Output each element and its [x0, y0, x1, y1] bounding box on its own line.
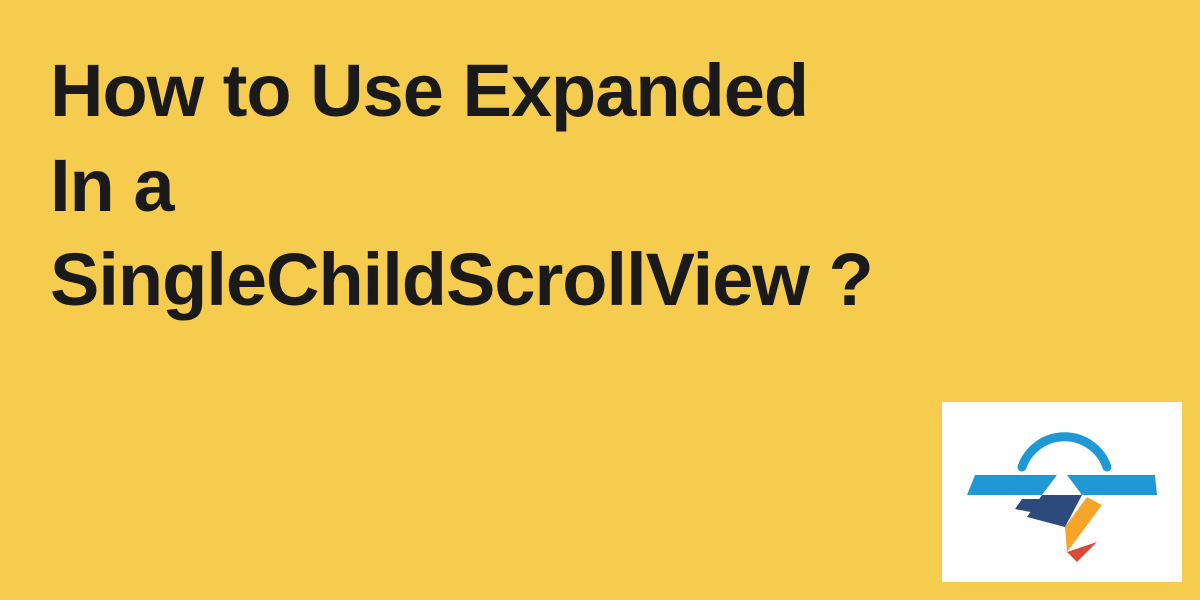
title-line-2: In a [50, 144, 173, 227]
page-title: How to Use Expanded In a SingleChildScro… [50, 44, 873, 328]
title-line-3: SingleChildScrollView ? [50, 238, 873, 321]
title-line-1: How to Use Expanded [50, 49, 808, 132]
logo-container [942, 402, 1182, 582]
flutter-agency-logo-icon [967, 417, 1157, 567]
